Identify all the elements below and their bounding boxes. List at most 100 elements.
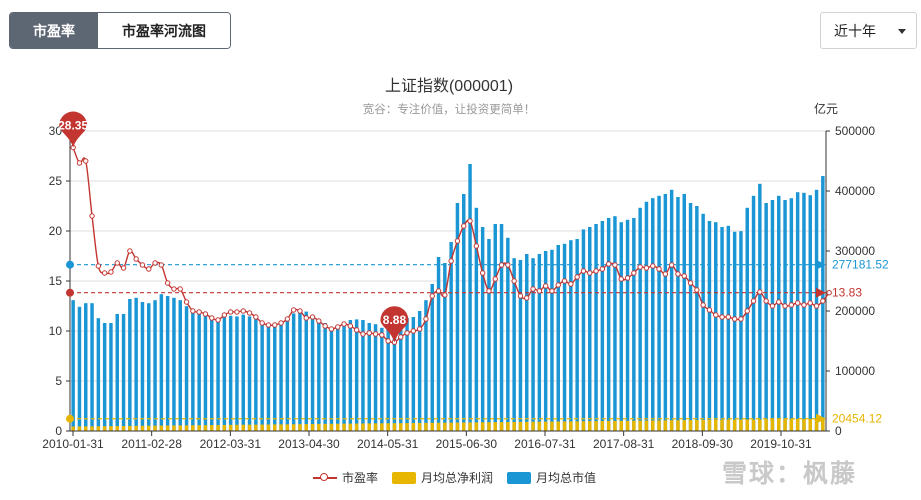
pe-point [744,308,750,314]
pe-point [316,318,322,324]
mcap-bar [380,327,384,431]
pe-point [769,303,776,309]
profit-bar [354,423,359,431]
pe-point [542,283,549,289]
pe-point [215,317,221,323]
profit-bar [581,421,586,431]
pe-point [246,310,253,316]
mcap-bar [222,317,227,431]
mcap-bar [600,221,605,431]
mcap-bar [317,320,321,431]
mcap-bar [241,314,245,431]
profit-bar [506,421,510,431]
profit-bar [449,422,453,431]
mcap-bar [543,251,548,431]
pe-point [555,282,561,288]
left-axis-tick-label: 5 [55,374,62,388]
mcap-bar [128,299,132,431]
reference-labels: 277181.52 13.83 20454.12 [832,258,889,426]
mcap-bar [115,314,119,431]
left-axis-tick-label: 0 [55,424,62,438]
profit-bar [569,421,573,431]
pe-point [731,316,738,322]
pe-point [580,268,587,274]
profit-bar [493,422,497,431]
chart-subtitle: 宽谷：专注价值，让投资更简单！ [363,102,536,116]
mcap-bar [732,231,737,431]
left-axis-tick-label: 15 [49,274,63,288]
profit-bar [499,422,504,431]
profit-bar [525,421,529,431]
profit-bar [115,426,119,431]
profit-bar [512,421,516,431]
pe-point [328,326,335,332]
pe-point [593,268,599,274]
pe-point [335,324,341,330]
mcap-bar [260,323,264,431]
pe-point [517,293,524,299]
pe-point [227,309,234,315]
pe-point [820,298,826,304]
mcap-bar [657,195,661,431]
pe-point [788,302,795,308]
pe-point [442,292,448,298]
pe-point [221,312,228,318]
mcap-bar [751,195,756,431]
profit-bar [247,424,252,431]
pe-point [813,303,820,309]
pe-point [196,309,202,315]
pe-point [461,223,467,229]
mcap-bar [354,319,359,431]
mcap-bar [336,324,340,431]
pe-point [404,330,410,336]
right-axis-tick-label: 400000 [835,184,875,198]
pe-point [353,327,360,333]
profit-bar [222,424,227,431]
legend-item-profit[interactable]: 月均总净利润 [392,469,493,486]
mcap-bar [153,300,157,431]
profit-bar [77,426,82,431]
pe-point [290,307,297,313]
profit-bar [739,419,743,431]
profit-bar [644,420,649,431]
pe-point [347,323,354,329]
profit-bar [468,422,472,431]
pe-point [139,262,146,268]
mcap-bar [638,207,642,431]
profit-bar [172,425,176,431]
mcap-bar [688,203,693,431]
profit-bar [84,426,88,431]
pe-point [133,256,139,262]
pe-point [101,270,108,276]
profit-bar [543,421,548,431]
profit-bar [140,425,145,431]
mcap-bar [140,302,145,431]
x-axis-tick-label: 2013-04-30 [278,437,340,451]
profit-bar [71,426,75,431]
pe-point [120,265,127,271]
pe-point [505,262,511,268]
profit-bar [367,423,371,431]
mcap-bar [172,297,176,431]
profit-bar [455,422,460,431]
pe-point [738,316,744,322]
x-axis-tick-label: 2011-02-28 [121,437,182,451]
pe-point [687,280,694,286]
min-marker-label: 8.88 [383,313,407,327]
legend: 市盈率 月均总净利润 月均总市值 [313,469,610,486]
mcap-bar [758,183,762,431]
pe-point [259,320,265,326]
pe-point [498,262,505,268]
mcap-bar [436,257,441,431]
chart: 上证指数(000001) 宽谷：专注价值，让投资更简单！ 亿元 0 5 10 15 20… [42,77,889,451]
mcap-bar [96,318,101,431]
legend-item-mcap[interactable]: 月均总市值 [507,469,596,486]
mcap-bar [789,198,794,431]
profit-bar [235,424,239,431]
mcap-bar [329,327,334,431]
profit-bar [518,421,523,431]
pe-point [435,288,442,294]
legend-item-pe[interactable]: 市盈率 [313,469,378,486]
mcap-bar [701,213,705,431]
pe-point [631,270,637,276]
